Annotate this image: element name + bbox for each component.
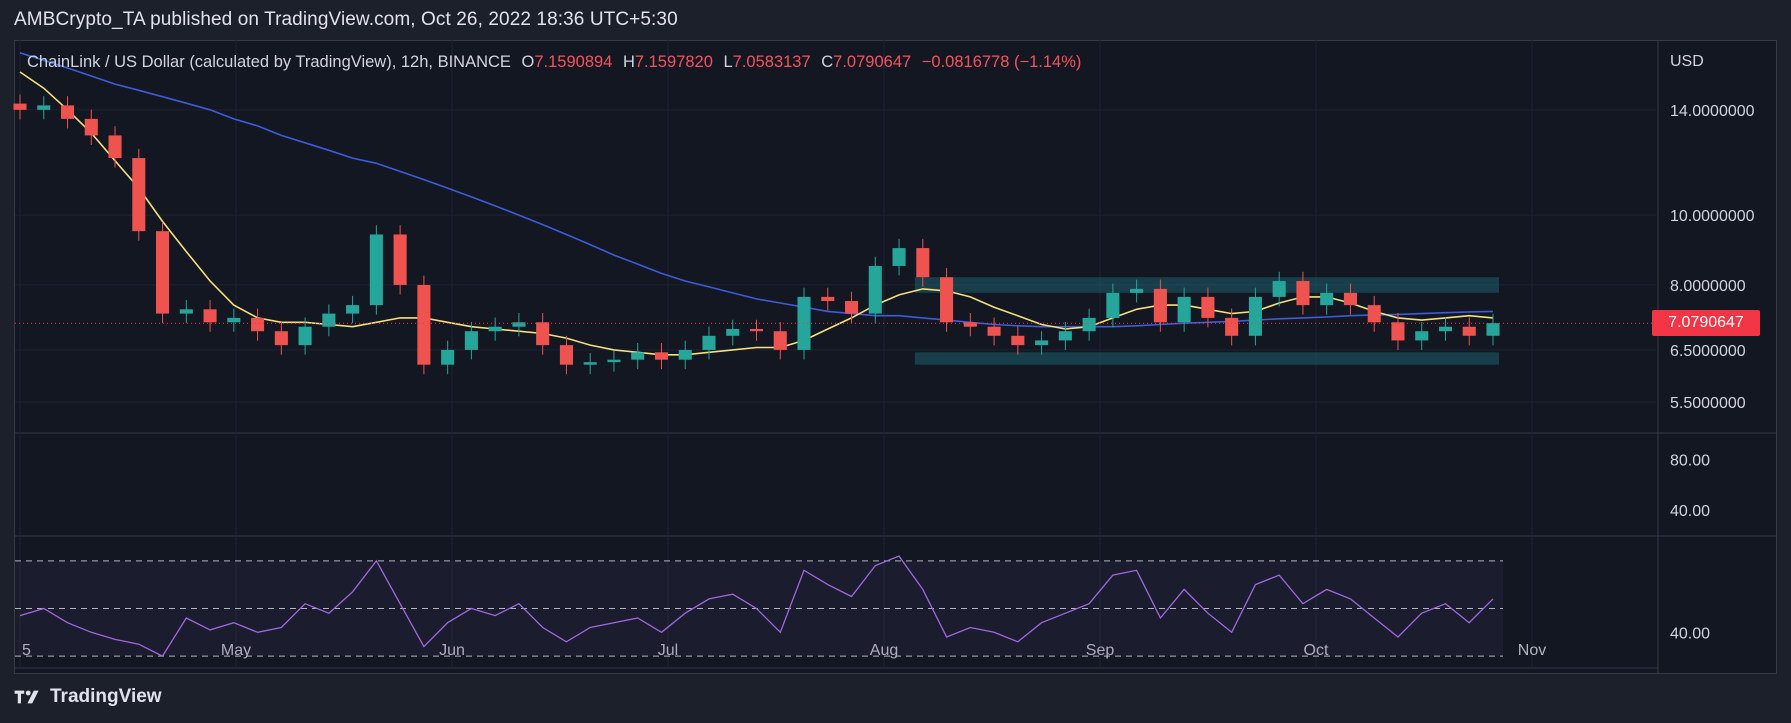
candle-body — [678, 349, 692, 360]
candle-body — [1177, 296, 1191, 323]
candle-body — [1367, 305, 1381, 323]
candle-body — [1058, 331, 1072, 341]
candle-body — [346, 305, 360, 314]
price-axis-currency: USD — [1670, 53, 1704, 70]
candle-body — [1248, 296, 1262, 336]
candle-body — [298, 326, 312, 346]
candle-body — [892, 248, 906, 266]
candle-body — [1462, 326, 1476, 336]
chart-svg[interactable]: 5 May Jun Jul Aug Sep Oct Nov14.000000010.00000… — [0, 0, 1791, 723]
candle-body — [1486, 323, 1500, 336]
legend-close-label: C — [821, 53, 834, 71]
candle-body — [1130, 288, 1144, 293]
candle-body — [749, 328, 764, 332]
candle-body — [441, 349, 455, 365]
y-tick-label: 8.0000000 — [1670, 278, 1746, 295]
candle-body — [369, 234, 383, 306]
y-tick-label: 14.0000000 — [1670, 103, 1755, 120]
range-zone-box — [914, 277, 1499, 293]
candle-body — [1320, 292, 1334, 306]
candle-body — [464, 331, 478, 350]
chart-legend: ChainLink / US Dollar (calculated by Tra… — [27, 53, 1081, 72]
candle-body — [1415, 331, 1429, 341]
candle-body — [1106, 292, 1120, 318]
candle-body — [1272, 281, 1286, 297]
candle-body — [132, 158, 146, 232]
candle-body — [417, 284, 431, 365]
rsi-tick-label: 40.00 — [1670, 625, 1710, 642]
candle-body — [393, 234, 407, 285]
candle-body — [654, 352, 669, 360]
legend-open-label: O — [521, 53, 535, 71]
candle-body — [13, 103, 27, 110]
candle-body — [583, 362, 597, 365]
y-tick-label: 10.0000000 — [1670, 208, 1755, 225]
candle-body — [916, 248, 930, 278]
candle-body — [702, 335, 716, 350]
legend-low-label: L — [723, 53, 733, 71]
candle-body — [274, 331, 288, 346]
legend-change-value: −0.0816778 (−1.14%) — [921, 53, 1082, 71]
candle-body — [844, 300, 859, 314]
candle-body — [607, 359, 621, 363]
candle-body — [60, 105, 75, 119]
candle-body — [1153, 288, 1167, 323]
candle-body — [179, 309, 193, 314]
candle-body — [84, 118, 98, 136]
candle-body — [631, 352, 645, 360]
x-tick-label: Nov — [1518, 642, 1546, 659]
candle-body — [1438, 326, 1453, 332]
candle-body — [1391, 322, 1405, 341]
indicator-tick-label: 80.00 — [1670, 452, 1710, 469]
y-tick-label: 5.5000000 — [1670, 395, 1746, 412]
candle-body — [251, 317, 265, 332]
tradingview-logo-icon — [14, 690, 39, 704]
candle-body — [37, 105, 51, 110]
candle-body — [156, 231, 170, 314]
candle-body — [963, 322, 977, 327]
candle-body — [940, 277, 954, 323]
last-price-tag: 7.0790647 — [1652, 310, 1760, 337]
indicator-tick-label: 40.00 — [1670, 503, 1710, 520]
candle-body — [821, 296, 835, 301]
candle-body — [488, 326, 502, 332]
legend-high-value: 7.1597820 — [634, 53, 713, 71]
candle-body — [1343, 292, 1357, 306]
tradingview-logo[interactable]: TradingView — [14, 686, 162, 708]
candle-body — [1082, 317, 1096, 332]
legend-low-value: 7.0583137 — [732, 53, 811, 71]
candle-body — [1296, 281, 1310, 306]
legend-open-value: 7.1590894 — [534, 53, 613, 71]
range-zone-box — [914, 352, 1499, 365]
candle-body — [773, 331, 787, 350]
legend-close-value: 7.0790647 — [833, 53, 912, 71]
candle-body — [726, 328, 740, 336]
candle-body — [1225, 317, 1239, 336]
candle-body — [1011, 335, 1025, 346]
candle-body — [559, 345, 573, 365]
candle-body — [987, 326, 1001, 336]
ma-fast-line — [19, 71, 1494, 356]
candle-body — [1201, 296, 1215, 318]
candle-body — [536, 322, 550, 346]
candle-body — [868, 265, 882, 314]
candle-body — [322, 313, 336, 327]
legend-high-label: H — [622, 53, 635, 71]
candle-body — [227, 317, 241, 323]
y-tick-label: 6.5000000 — [1670, 343, 1746, 360]
candle-body — [108, 135, 122, 159]
tradingview-brand-label: TradingView — [50, 686, 162, 707]
candle-body — [203, 309, 217, 323]
legend-symbol: ChainLink / US Dollar (calculated by Tra… — [27, 53, 511, 71]
candle-body — [1035, 340, 1049, 346]
